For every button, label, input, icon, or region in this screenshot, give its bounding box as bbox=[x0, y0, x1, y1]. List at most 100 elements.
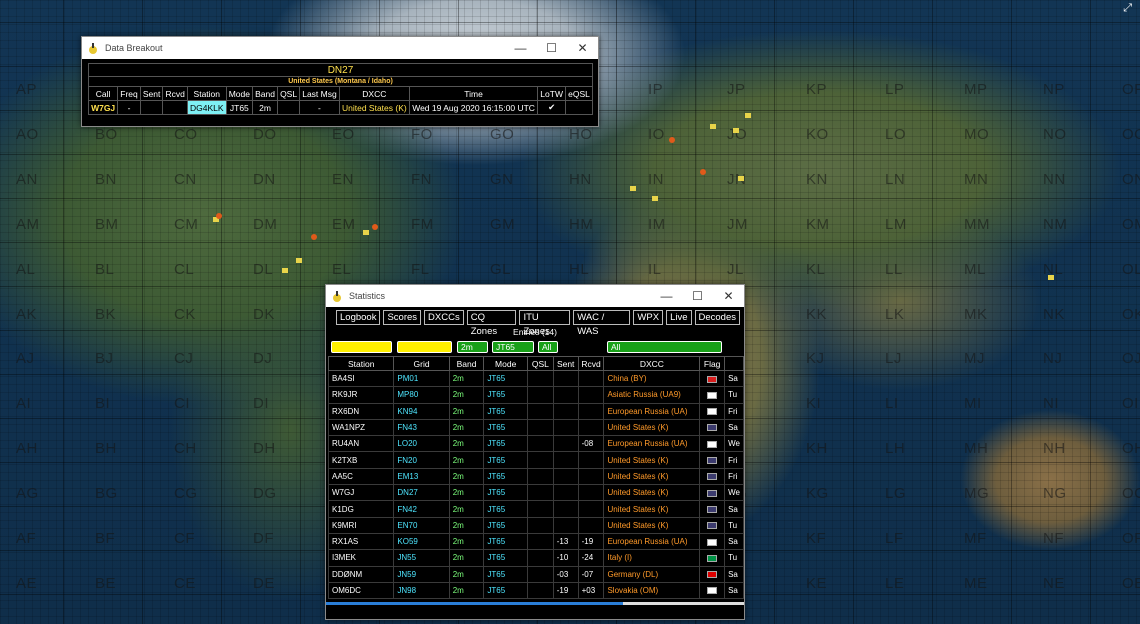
minimize-icon[interactable]: — bbox=[651, 289, 682, 303]
cell-eqsl bbox=[565, 100, 593, 115]
cell-dxcc: United States (K) bbox=[603, 418, 701, 437]
cell-band: 2m bbox=[448, 500, 485, 518]
tab-live[interactable]: Live bbox=[666, 310, 692, 325]
mode-filter[interactable]: JT65 bbox=[492, 341, 534, 353]
cell-band: 2m bbox=[448, 565, 485, 583]
cell-sent bbox=[552, 500, 579, 518]
dxcc-filter[interactable]: All bbox=[607, 341, 722, 353]
column-header[interactable]: Station bbox=[327, 356, 395, 371]
grid-square-label: NG bbox=[1043, 485, 1067, 503]
titlebar[interactable]: Data Breakout — ☐ ✕ bbox=[82, 37, 598, 59]
flag-icon bbox=[707, 440, 718, 448]
table-row[interactable]: W7GJ DN27 2m JT65 United States (K) We bbox=[327, 484, 744, 502]
station-pin[interactable] bbox=[311, 234, 317, 240]
station-pin[interactable] bbox=[669, 137, 675, 143]
tab-wpx[interactable]: WPX bbox=[633, 310, 664, 325]
tab-cq-zones[interactable]: CQ Zones bbox=[466, 310, 517, 337]
cell-mode: JT65 bbox=[225, 100, 254, 115]
grid-square-label: MP bbox=[964, 81, 988, 98]
cell-station: K1DG bbox=[327, 500, 395, 518]
grid-square-label: LF bbox=[885, 530, 904, 547]
table-row[interactable]: I3MEK JN55 2m JT65 -10 -24 Italy (I) Tu bbox=[327, 549, 744, 567]
grid-square-label: OG bbox=[1122, 485, 1140, 503]
expand-icon[interactable]: ⤢ bbox=[1123, 2, 1132, 15]
maximize-icon[interactable]: ☐ bbox=[536, 41, 567, 55]
table-row[interactable]: RU4AN LO20 2m JT65 -08 European Russia (UA) We bbox=[327, 435, 744, 453]
table-row[interactable]: BA4SI PM01 2m JT65 China (BY) Sa bbox=[327, 369, 744, 388]
grid-square-label: KP bbox=[806, 81, 828, 98]
table-row[interactable]: K1DG FN42 2m JT65 United States (K) Sa bbox=[327, 500, 744, 518]
grid-square-label: GN bbox=[490, 170, 514, 188]
table-row[interactable]: AA5C EM13 2m JT65 United States (K) Fri bbox=[327, 467, 744, 486]
grid-square-label: BG bbox=[95, 485, 118, 503]
table-row[interactable]: OM6DC JN98 2m JT65 -19 +03 Slovakia (OM) Sa bbox=[327, 581, 744, 600]
grid-square-label: AE bbox=[16, 574, 38, 592]
station-pin[interactable] bbox=[700, 169, 706, 175]
grid-square-label: AF bbox=[16, 530, 37, 547]
cell-mode: JT65 bbox=[483, 418, 528, 437]
grid-square-label: IP bbox=[648, 81, 664, 98]
flag-icon bbox=[707, 522, 718, 530]
grid-square-label: BE bbox=[95, 574, 117, 592]
spot-marker bbox=[733, 128, 739, 133]
cell-qsl bbox=[526, 418, 554, 437]
data-breakout-window[interactable]: Data Breakout — ☐ ✕ DN27 United States (… bbox=[81, 36, 599, 127]
table-row[interactable]: DDØNM JN59 2m JT65 -03 -07 Germany (DL) Sa bbox=[327, 565, 744, 583]
column-header[interactable] bbox=[724, 356, 744, 371]
band-filter[interactable]: 2m bbox=[457, 341, 488, 353]
cell-day: Fri bbox=[724, 402, 744, 420]
column-header: eQSL bbox=[565, 86, 593, 101]
cell-grid: KN94 bbox=[393, 402, 450, 420]
column-header[interactable]: Flag bbox=[699, 356, 726, 371]
grid-square-label: MF bbox=[964, 530, 987, 547]
tab-decodes[interactable]: Decodes bbox=[694, 310, 740, 325]
filter-row: 2m JT65 All All bbox=[326, 338, 744, 356]
qsl-filter[interactable]: All bbox=[538, 341, 558, 353]
grid-square-label: GO bbox=[490, 125, 515, 143]
station-pin[interactable] bbox=[372, 224, 378, 230]
cell-rcvd: -08 bbox=[577, 435, 605, 453]
cell-qsl bbox=[526, 402, 554, 420]
column-header[interactable]: DXCC bbox=[603, 356, 701, 371]
table-row[interactable]: K9MRI EN70 2m JT65 United States (K) Tu bbox=[327, 516, 744, 534]
cell-dxcc: European Russia (UA) bbox=[603, 402, 701, 420]
column-header[interactable]: Mode bbox=[483, 356, 528, 371]
column-header[interactable]: Band bbox=[448, 356, 485, 371]
titlebar[interactable]: Statistics — ☐ ✕ bbox=[326, 285, 744, 307]
grid-filter[interactable] bbox=[397, 341, 452, 353]
column-header[interactable]: QSL bbox=[526, 356, 554, 371]
table-row[interactable]: RX6DN KN94 2m JT65 European Russia (UA) Fri bbox=[327, 402, 744, 420]
grid-square-label: OO bbox=[1122, 125, 1140, 143]
grid-square-label: KL bbox=[806, 260, 826, 278]
table-row[interactable]: RK9JR MP80 2m JT65 Asiatic Russia (UA9) Tu bbox=[327, 386, 744, 404]
grid-square-label: OK bbox=[1122, 305, 1140, 323]
tab-itu-zones[interactable]: ITU Zones bbox=[519, 310, 571, 337]
close-icon[interactable]: ✕ bbox=[713, 289, 744, 303]
column-header[interactable]: Rcvd bbox=[577, 356, 605, 371]
breakout-row[interactable]: W7GJ - DG4KLK JT65 2m - United States (K) Wed 1… bbox=[87, 100, 593, 115]
statistics-window[interactable]: Statistics — ☐ ✕ Logbook Scores DXCCs CQ Zo… bbox=[325, 284, 745, 620]
tab-scores[interactable]: Scores bbox=[383, 310, 422, 325]
table-row[interactable]: RX1AS KO59 2m JT65 -13 -19 European Russia (UA… bbox=[327, 532, 744, 551]
column-header[interactable]: Sent bbox=[552, 356, 579, 371]
close-icon[interactable]: ✕ bbox=[567, 41, 598, 55]
cell-call: W7GJ bbox=[87, 100, 119, 115]
grid-square-label: OP bbox=[1122, 81, 1140, 98]
tab-dxccs[interactable]: DXCCs bbox=[424, 310, 464, 325]
cell-station: RK9JR bbox=[327, 386, 395, 404]
table-row[interactable]: WA1NPZ FN43 2m JT65 United States (K) Sa bbox=[327, 418, 744, 437]
column-header: LoTW bbox=[537, 86, 567, 101]
table-row[interactable]: K2TXB FN20 2m JT65 United States (K) Fri bbox=[327, 451, 744, 469]
tab-logbook[interactable]: Logbook bbox=[336, 310, 381, 325]
column-header: Mode bbox=[225, 86, 254, 101]
grid-square-label: LN bbox=[885, 170, 906, 188]
tab-wac-was[interactable]: WAC / WAS bbox=[573, 310, 631, 337]
maximize-icon[interactable]: ☐ bbox=[682, 289, 713, 303]
station-filter[interactable] bbox=[331, 341, 392, 353]
grid-square-label: AO bbox=[16, 125, 39, 143]
minimize-icon[interactable]: — bbox=[505, 41, 536, 55]
station-pin[interactable] bbox=[216, 213, 222, 219]
column-header[interactable]: Grid bbox=[393, 356, 450, 371]
grid-square-label: AP bbox=[16, 81, 38, 98]
cell-qsl bbox=[526, 467, 554, 486]
